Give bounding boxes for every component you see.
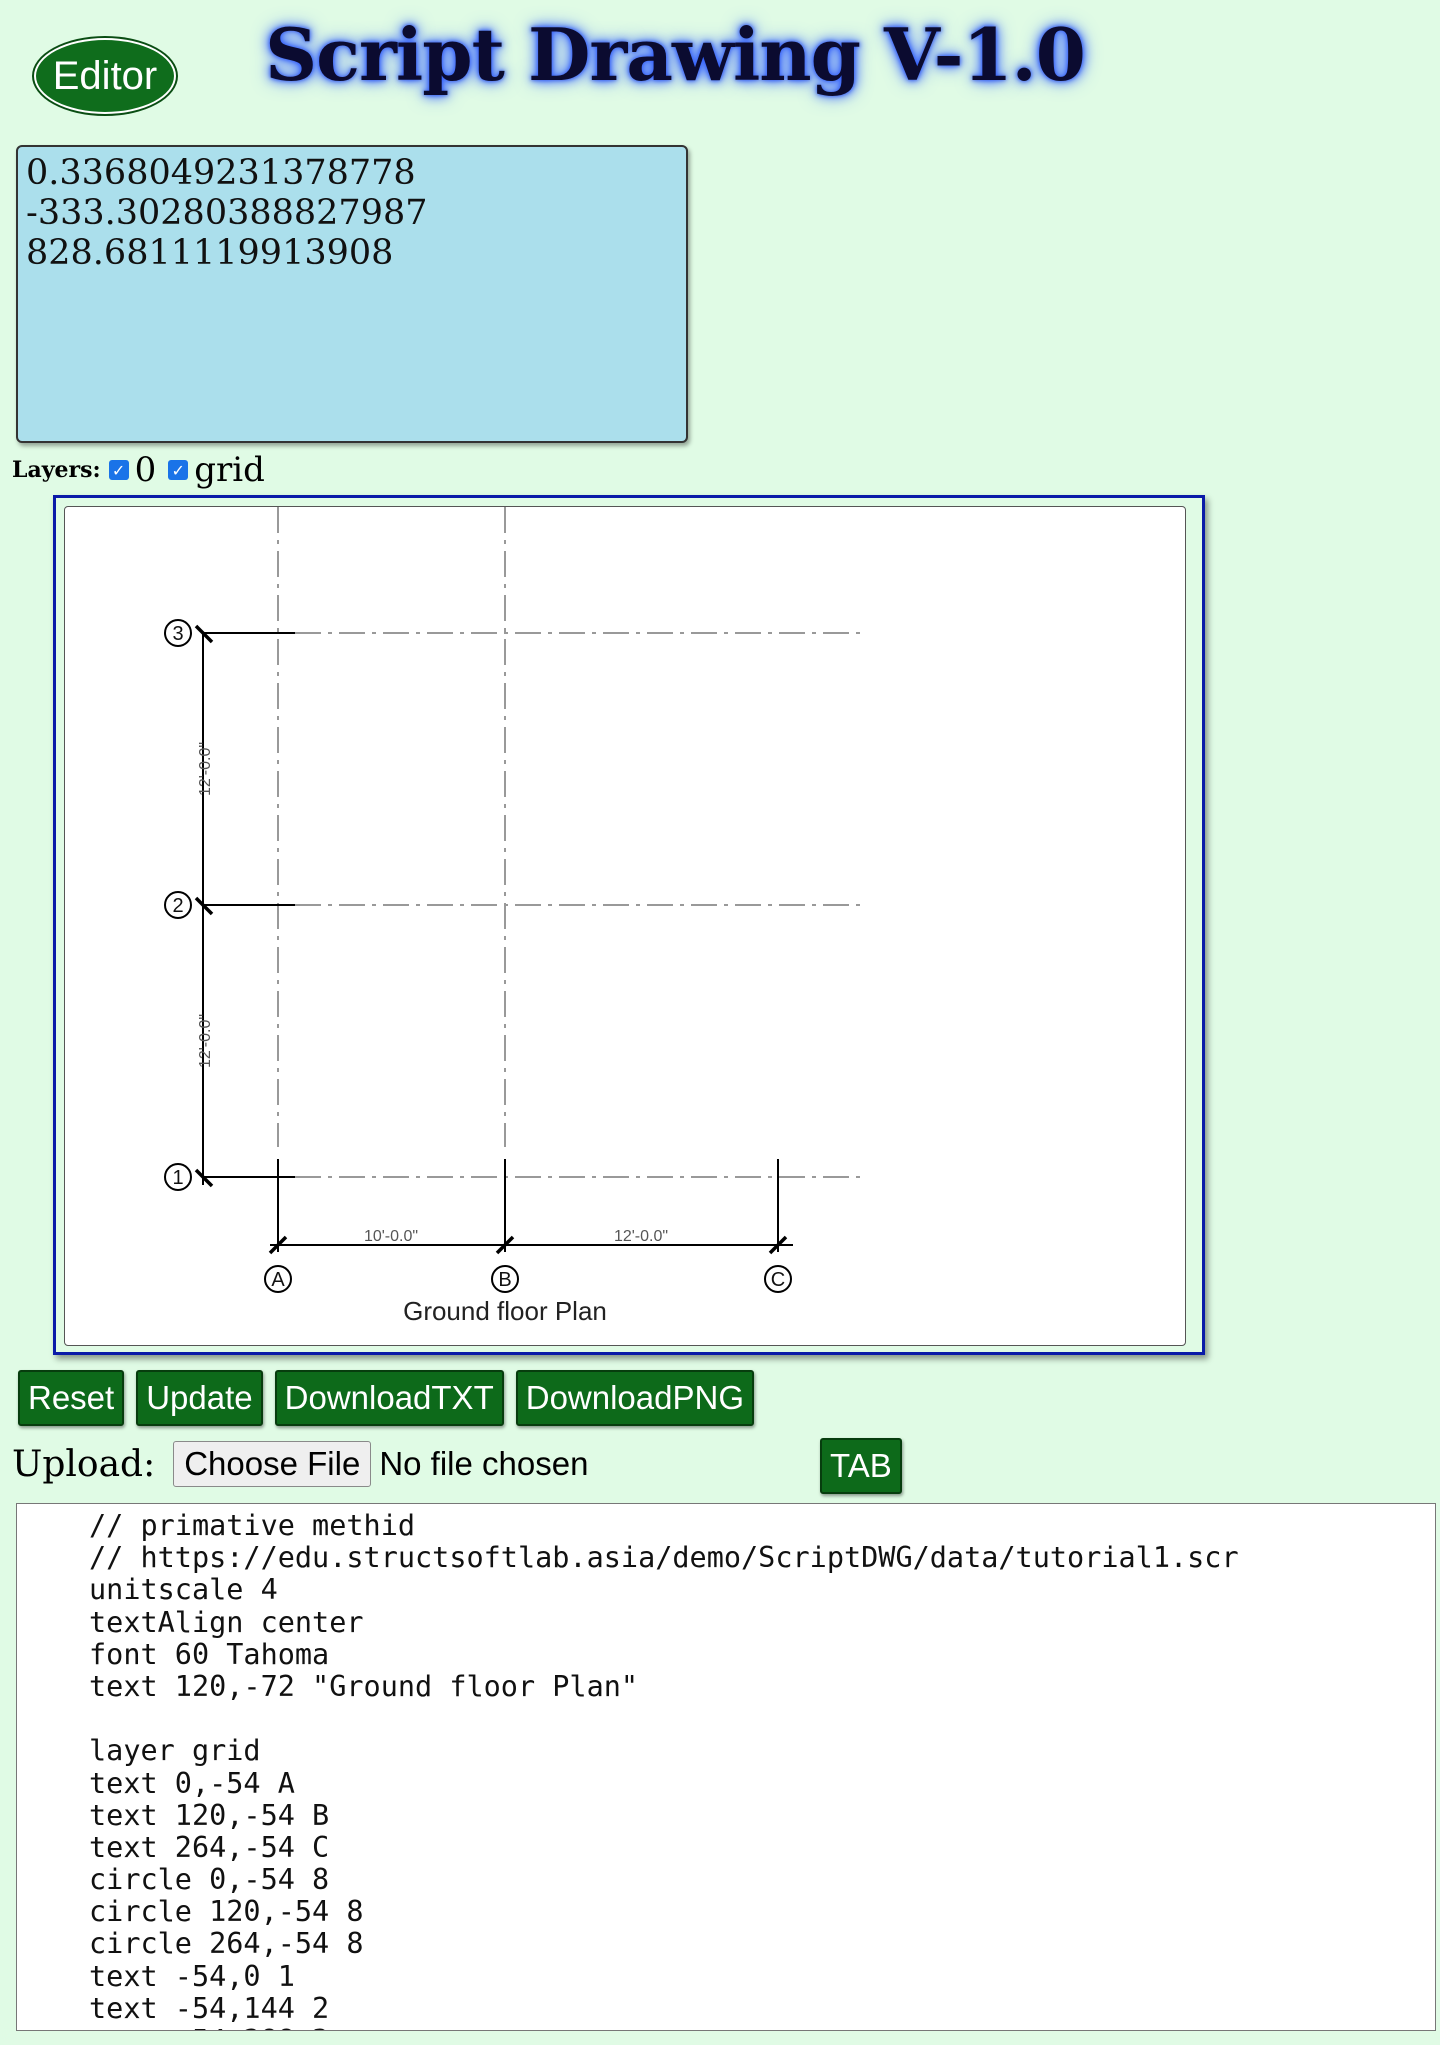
script-line: text 264,-54 C — [89, 1830, 330, 1864]
reset-button[interactable]: Reset — [18, 1370, 125, 1426]
script-line: circle 264,-54 8 — [89, 1927, 364, 1961]
coordinate-display: 0.3368049231378778 -333.30280388827987 8… — [16, 145, 688, 443]
script-line: text 120,-54 B — [89, 1798, 330, 1832]
script-line: unitscale 4 — [89, 1573, 278, 1607]
script-line: text -54,144 2 — [89, 1991, 330, 2025]
choose-file-button[interactable]: Choose File — [173, 1441, 372, 1487]
drawing-canvas-frame: 3 2 1 A B C 10'-0.0" 12'-0.0" 12'-0.0" 1… — [53, 495, 1205, 1355]
script-line: // primative methid — [89, 1509, 416, 1542]
grid-label-a: A — [271, 1269, 285, 1291]
script-editor-textarea[interactable]: // primative methid// https://edu.struct… — [16, 1503, 1436, 2031]
script-line: // https://edu.structsoftlab.asia/demo/S… — [89, 1541, 1239, 1575]
coordinate-line: 0.3368049231378778 — [26, 153, 416, 193]
script-line: circle 0,-54 8 — [89, 1863, 330, 1897]
script-line: font 60 Tahoma — [89, 1637, 330, 1671]
layer-grid-label: grid — [194, 450, 265, 490]
layers-bar: Layers: ✓ 0 ✓ grid — [12, 448, 275, 492]
dimension-text-12: 12'-0.0" — [197, 1014, 214, 1068]
grid-lines — [277, 507, 865, 1178]
upload-row: Upload: Choose File No file chosen — [12, 1438, 588, 1490]
grid-label-c: C — [771, 1269, 785, 1291]
upload-label: Upload: — [12, 1443, 156, 1485]
script-line: text 0,-54 A — [89, 1766, 295, 1800]
script-line: text -54,0 1 — [89, 1959, 295, 1993]
grid-label-2: 2 — [172, 895, 183, 917]
grid-label-1: 1 — [172, 1167, 183, 1189]
update-button[interactable]: Update — [136, 1370, 263, 1426]
layer-0-checkbox[interactable]: ✓ — [108, 460, 129, 480]
dimension-text-ab: 10'-0.0" — [364, 1228, 418, 1245]
script-line: text 120,-72 "Ground floor Plan" — [89, 1669, 639, 1703]
tab-button[interactable]: TAB — [820, 1438, 902, 1494]
download-txt-button[interactable]: DownloadTXT — [274, 1370, 504, 1426]
coordinate-line: 828.6811119913908 — [26, 233, 394, 273]
layers-label: Layers: — [12, 457, 101, 483]
file-status: No file chosen — [379, 1445, 589, 1482]
page-title: Script Drawing V-1.0 — [265, 12, 1086, 97]
grid-label-b: B — [498, 1269, 511, 1291]
coordinate-line: -333.30280388827987 — [26, 193, 428, 233]
script-line: circle 120,-54 8 — [89, 1895, 364, 1929]
script-line: layer grid — [89, 1734, 261, 1768]
dimension-text-23: 12'-0.0" — [197, 742, 214, 796]
script-editor-scrollbar[interactable] — [1422, 1503, 1436, 2031]
download-png-button[interactable]: DownloadPNG — [515, 1370, 755, 1426]
layer-grid-checkbox[interactable]: ✓ — [168, 460, 189, 480]
drawing-svg[interactable]: 3 2 1 A B C 10'-0.0" 12'-0.0" 12'-0.0" 1… — [65, 507, 1190, 1349]
script-line: textAlign center — [89, 1605, 364, 1639]
drawing-title: Ground floor Plan — [403, 1296, 607, 1326]
script-line — [89, 1703, 1435, 1735]
layer-0-label: 0 — [134, 450, 157, 490]
action-buttons: Reset Update DownloadTXT DownloadPNG — [18, 1370, 755, 1426]
drawing-canvas[interactable]: 3 2 1 A B C 10'-0.0" 12'-0.0" 12'-0.0" 1… — [64, 506, 1186, 1346]
script-line: text -54,288 3 — [89, 2024, 1435, 2030]
dimension-text-bc: 12'-0.0" — [614, 1228, 668, 1245]
grid-label-3: 3 — [172, 623, 183, 645]
